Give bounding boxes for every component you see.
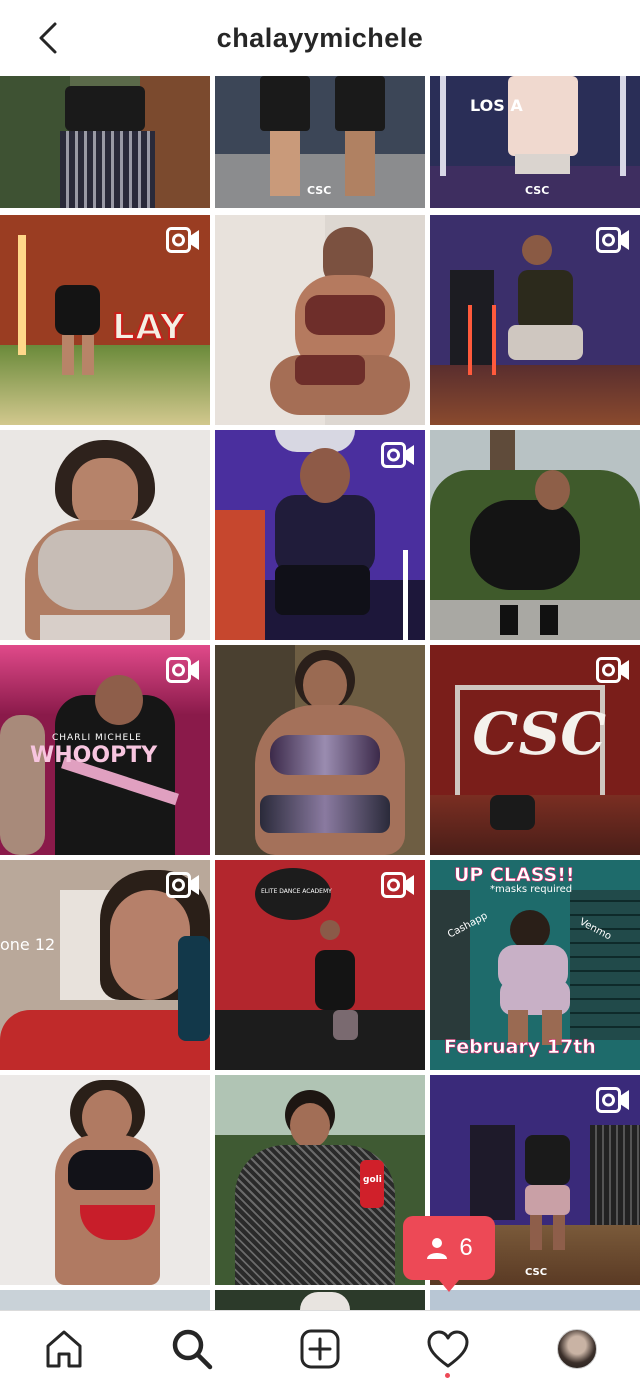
home-icon xyxy=(46,1330,82,1368)
search-icon xyxy=(172,1329,213,1370)
new-post-icon xyxy=(300,1329,340,1369)
post-tile[interactable] xyxy=(215,645,425,855)
tile-caption: WHOOPTY xyxy=(30,743,158,768)
bottom-nav xyxy=(0,1310,640,1386)
tile-caption-small: CHARLI MICHELE xyxy=(52,733,142,743)
post-tile[interactable] xyxy=(430,430,640,640)
profile-username: chalayymichele xyxy=(216,23,424,53)
profile-avatar[interactable] xyxy=(557,1329,597,1369)
post-tile[interactable]: ELITE DANCE ACADEMY xyxy=(215,860,425,1070)
post-tile[interactable] xyxy=(430,1290,640,1310)
video-icon xyxy=(166,657,199,683)
tile-caption: February 17th xyxy=(444,1036,596,1059)
tile-product-text: goli xyxy=(363,1175,382,1185)
video-icon xyxy=(166,872,199,898)
tile-watermark: CSC xyxy=(525,1267,548,1278)
video-icon xyxy=(381,442,414,468)
person-icon xyxy=(427,1238,448,1259)
activity-indicator-dot xyxy=(445,1373,450,1378)
tile-caption-small: *masks required xyxy=(490,884,573,895)
video-icon xyxy=(166,227,199,253)
video-icon xyxy=(381,872,414,898)
heart-icon xyxy=(427,1330,469,1368)
video-icon xyxy=(596,1087,629,1113)
tile-watermark: CSC xyxy=(525,184,550,197)
nav-home-button[interactable] xyxy=(40,1325,88,1373)
tile-caption: one 12 xyxy=(0,935,56,954)
post-tile[interactable]: LOS A CSC xyxy=(430,76,640,208)
tile-sign-text: LAY xyxy=(111,306,186,349)
post-tile[interactable] xyxy=(0,430,210,640)
tile-sign-text: ELITE DANCE ACADEMY xyxy=(261,888,332,895)
nav-new-post-button[interactable] xyxy=(296,1325,344,1373)
notification-count: 6 xyxy=(459,1234,473,1261)
posts-grid: CSC LOS A CSC LAY CHARLI MICHELE WHOOPTY… xyxy=(0,76,640,1310)
tile-sign-text: LOS A xyxy=(470,96,523,115)
post-tile[interactable] xyxy=(0,1290,210,1310)
post-tile[interactable]: UP CLASS!! *masks required Cashapp Venmo… xyxy=(430,860,640,1070)
post-tile[interactable]: CSC xyxy=(215,76,425,208)
post-tile[interactable] xyxy=(215,1290,425,1310)
post-tile[interactable] xyxy=(215,430,425,640)
post-tile[interactable] xyxy=(0,1075,210,1285)
post-tile[interactable] xyxy=(430,215,640,425)
video-icon xyxy=(596,227,629,253)
nav-activity-button[interactable] xyxy=(424,1325,472,1373)
post-tile[interactable] xyxy=(0,76,210,208)
tile-caption: UP CLASS!! xyxy=(454,864,575,887)
post-tile[interactable]: one 12 xyxy=(0,860,210,1070)
header-bar: chalayymichele xyxy=(0,0,640,76)
post-tile[interactable]: goli xyxy=(215,1075,425,1285)
video-icon xyxy=(596,657,629,683)
post-tile[interactable] xyxy=(215,215,425,425)
tile-logo-text: CSC xyxy=(466,700,613,768)
post-tile[interactable]: CHARLI MICHELE WHOOPTY xyxy=(0,645,210,855)
tile-watermark: CSC xyxy=(307,184,332,197)
activity-notification-bubble[interactable]: 6 xyxy=(403,1216,495,1292)
post-tile[interactable]: LAY xyxy=(0,215,210,425)
post-tile[interactable]: CSC xyxy=(430,645,640,855)
nav-search-button[interactable] xyxy=(168,1325,216,1373)
